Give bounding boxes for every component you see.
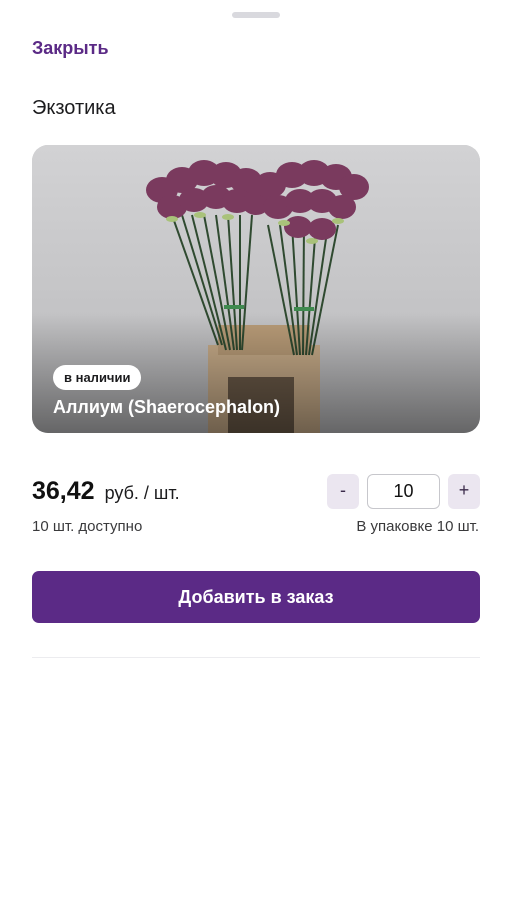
quantity-input[interactable]	[367, 474, 440, 509]
product-sheet: Закрыть Экзотика в наличии Аллиум (Shaer…	[0, 0, 507, 900]
stock-status-badge: в наличии	[53, 365, 142, 390]
price-block: 36,42 руб. / шт.	[32, 477, 180, 506]
product-photo: в наличии Аллиум (Shaerocephalon)	[32, 145, 480, 433]
decrease-quantity-button[interactable]: -	[327, 474, 359, 509]
price-value: 36,42	[32, 477, 95, 505]
category-title: Экзотика	[32, 97, 116, 119]
close-button[interactable]: Закрыть	[32, 38, 109, 59]
price-unit: руб. / шт.	[104, 483, 180, 503]
increase-quantity-button[interactable]: +	[448, 474, 480, 509]
pack-size-info: В упаковке 10 шт.	[356, 518, 479, 535]
sheet-grabber[interactable]	[232, 12, 280, 18]
available-quantity: 10 шт. доступно	[32, 518, 143, 535]
add-to-order-button[interactable]: Добавить в заказ	[32, 571, 480, 623]
product-name: Аллиум (Shaerocephalon)	[53, 397, 281, 417]
divider	[32, 657, 480, 658]
quantity-stepper: - +	[327, 474, 480, 509]
